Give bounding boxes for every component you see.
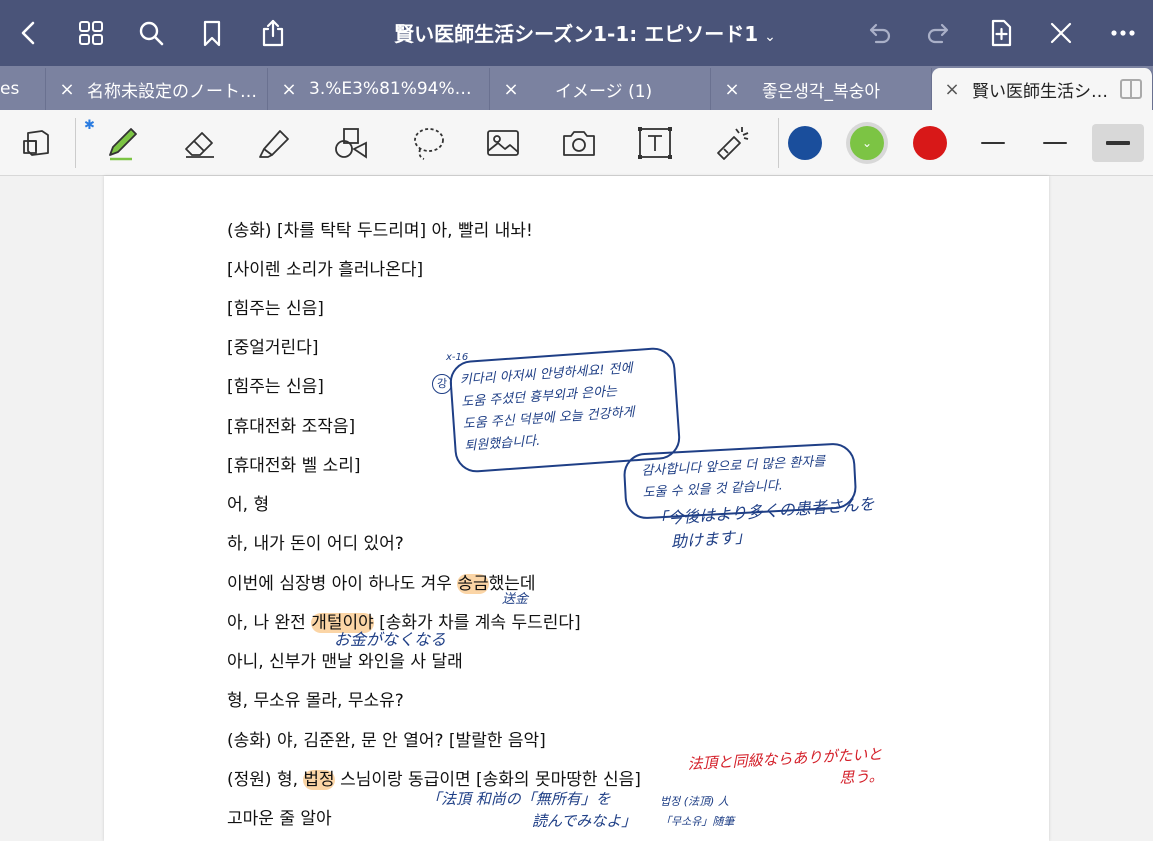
annotation-hoppo-note: 법정 (法頂) 人 「무소유」随筆: [660, 792, 734, 832]
document-page[interactable]: (송화) [차를 탁탁 두드리며] 아, 빨리 내놔! [사이렌 소리가 흘러나…: [104, 176, 1049, 841]
annotation-bubble-text: 키다리 아저씨 안녕하세요! 전에 도움 주셨던 흉부외과 은아는 도움 주신 …: [459, 358, 638, 458]
tab-1[interactable]: × 名称未設定のノート…: [47, 68, 268, 110]
script-line: [힘주는 신음]: [227, 377, 324, 397]
tab-2[interactable]: × 3.%E3%81%94%E…: [269, 68, 490, 110]
chevron-down-icon: ⌄: [764, 29, 776, 45]
share-icon[interactable]: [254, 14, 292, 52]
script-line: 형, 무소유 몰라, 무소유?: [227, 691, 404, 711]
script-line: (송화) [차를 탁탁 두드리며] 아, 빨리 내놔!: [227, 221, 533, 241]
hoppo-note-line: 법정 (法頂) 人: [660, 795, 729, 808]
stroke-thin-button[interactable]: [968, 124, 1018, 162]
grid-icon[interactable]: [72, 14, 110, 52]
script-line: 아니, 신부가 맨날 와인을 사 달래: [227, 652, 463, 672]
script-line: [힘주는 신음]: [227, 299, 324, 319]
color-red-swatch[interactable]: [913, 126, 947, 160]
annotation-hoppo: 「法頂 和尚の「無所有」を 読んでみなよ」: [426, 788, 636, 832]
annotation-red-note: 法頂と同級ならありがたいと 思う。: [687, 743, 884, 797]
tools-toggle-icon[interactable]: [1042, 14, 1080, 52]
script-line: 하, 내가 돈이 어디 있어?: [227, 534, 404, 554]
text-tool-icon[interactable]: [631, 120, 679, 166]
tool-bar: ✱ ⌄: [0, 110, 1153, 176]
tab-label: 좋은생각_복숭아: [762, 81, 880, 102]
bookmark-icon[interactable]: [193, 14, 231, 52]
script-line: [휴대전화 조작음]: [227, 417, 356, 437]
script-line: [휴대전화 벨 소리]: [227, 456, 361, 476]
annotation-okane: お金がなくなる: [334, 630, 447, 649]
undo-icon[interactable]: [860, 14, 898, 52]
bluetooth-icon: ✱: [84, 118, 95, 133]
top-bar: 賢い医師生活シーズン1-1: エピソード1 ⌄: [0, 0, 1153, 66]
script-line: [중얼거린다]: [227, 338, 319, 358]
close-icon[interactable]: ×: [47, 79, 87, 100]
laser-pointer-icon[interactable]: [708, 120, 756, 166]
highlighter-tool-icon[interactable]: [250, 120, 298, 166]
pen-tool-icon[interactable]: [98, 120, 146, 166]
close-icon[interactable]: ×: [269, 79, 309, 100]
script-line: 고마운 줄 알아: [227, 809, 332, 829]
tab-label: 3.%E3%81%94%E…: [309, 79, 483, 99]
color-blue-swatch[interactable]: [788, 126, 822, 160]
camera-tool-icon[interactable]: [555, 120, 603, 166]
divider: [75, 118, 76, 168]
back-icon[interactable]: [10, 14, 48, 52]
close-icon[interactable]: ×: [491, 79, 531, 100]
shapes-tool-icon[interactable]: [326, 120, 374, 166]
script-line: [사이렌 소리가 흘러나온다]: [227, 260, 424, 280]
tab-label: イメージ (1): [555, 81, 653, 102]
lasso-tool-icon[interactable]: [404, 120, 452, 166]
hoppo-note-line: 「무소유」随筆: [660, 815, 735, 828]
document-title[interactable]: 賢い医師生活シーズン1-1: エピソード1 ⌄: [370, 18, 800, 47]
eraser-tool-icon[interactable]: [176, 120, 224, 166]
script-line: (정원) 형, 법정 스님이랑 동급이면 [송화의 못마땅한 신음]: [227, 765, 641, 790]
hoppo-line: 「法頂 和尚の「無所有」を: [426, 790, 611, 808]
tab-4[interactable]: × 좋은생각_복숭아: [712, 68, 932, 110]
annotation-songkin: 送金: [502, 592, 529, 607]
highlighted-word: 송금: [457, 574, 489, 594]
divider: [778, 118, 779, 168]
close-icon[interactable]: ×: [932, 79, 972, 100]
split-view-icon[interactable]: [1120, 79, 1142, 99]
stroke-medium-button[interactable]: [1030, 124, 1080, 162]
line-text: 이번에 심장병 아이 하나도 겨우: [227, 574, 458, 594]
highlighted-word: 법정: [303, 770, 335, 790]
tab-bar: es × 名称未設定のノート… × 3.%E3%81%94%E… × イメージ …: [0, 66, 1153, 110]
script-line: 이번에 심장병 아이 하나도 겨우 송금했는데: [227, 569, 536, 594]
search-icon[interactable]: [132, 14, 170, 52]
stroke-thick-button[interactable]: [1092, 124, 1144, 162]
line-text: 아, 나 완전: [227, 613, 312, 633]
script-line: 어, 형: [227, 495, 270, 515]
redo-icon[interactable]: [920, 14, 958, 52]
hoppo-line: 読んでみなよ」: [532, 812, 637, 830]
tab-label: 名称未設定のノート…: [87, 81, 257, 102]
tab-0[interactable]: es: [0, 68, 46, 110]
line-text: (정원) 형,: [227, 770, 304, 790]
document-title-text: 賢い医師生活シーズン1-1: エピソード1: [394, 22, 759, 46]
lasso-read-icon[interactable]: [14, 120, 62, 166]
image-tool-icon[interactable]: [479, 120, 527, 166]
more-icon[interactable]: [1104, 14, 1142, 52]
close-icon[interactable]: ×: [712, 79, 752, 100]
tab-3[interactable]: × イメージ (1): [491, 68, 711, 110]
add-page-icon[interactable]: [982, 14, 1020, 52]
color-green-swatch[interactable]: ⌄: [850, 126, 884, 160]
line-text: 스님이랑 동급이면 [송화의 못마땅한 신음]: [334, 770, 641, 790]
tab-label: es: [0, 79, 20, 99]
script-line: (송화) 야, 김준완, 문 안 열어? [발랄한 음악]: [227, 731, 546, 751]
tab-5-active[interactable]: × 賢い医師生活シ…: [932, 68, 1153, 110]
